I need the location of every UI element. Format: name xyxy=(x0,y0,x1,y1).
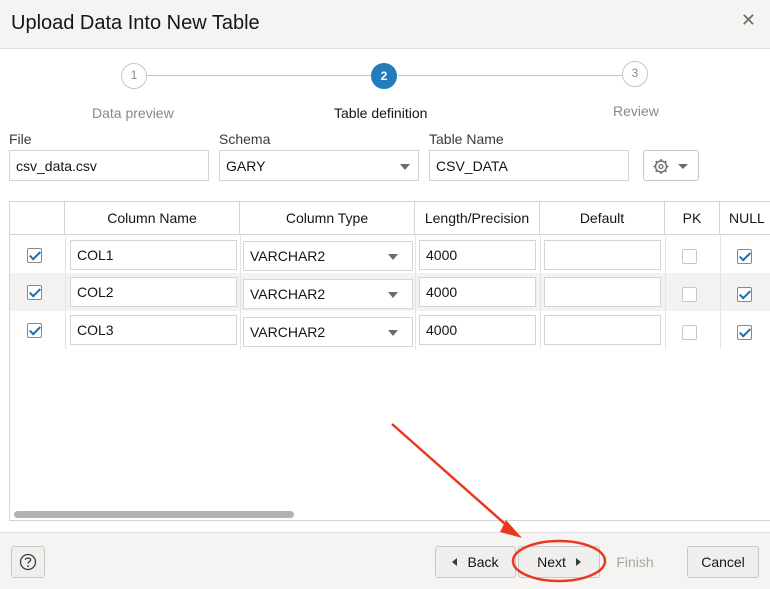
column-type-value: VARCHAR2 xyxy=(250,324,326,340)
column-divider xyxy=(415,235,416,349)
table-row: COL1 VARCHAR2 4000 xyxy=(10,235,770,273)
close-icon[interactable]: ✕ xyxy=(741,10,756,31)
next-label: Next xyxy=(537,554,566,570)
header-length-precision[interactable]: Length/Precision xyxy=(415,202,540,235)
dialog-footer: Back Next Finish Cancel xyxy=(0,532,770,589)
null-checkbox[interactable] xyxy=(737,287,752,302)
back-button[interactable]: Back xyxy=(435,546,516,578)
grid-header-row: Column Name Column Type Length/Precision… xyxy=(10,202,770,235)
next-button[interactable]: Next xyxy=(518,546,600,578)
row-select-checkbox[interactable] xyxy=(27,285,42,300)
help-button[interactable] xyxy=(11,546,45,578)
step-1-label: Data preview xyxy=(92,105,174,121)
default-input[interactable] xyxy=(544,315,661,345)
table-row: COL3 VARCHAR2 4000 xyxy=(10,311,770,349)
step-2-label: Table definition xyxy=(334,105,428,121)
pk-checkbox[interactable] xyxy=(682,287,697,302)
step-3-circle[interactable]: 3 xyxy=(622,61,648,87)
column-divider xyxy=(65,235,66,349)
column-type-value: VARCHAR2 xyxy=(250,286,326,302)
column-type-select[interactable]: VARCHAR2 xyxy=(243,317,413,347)
dialog-header: Upload Data Into New Table ✕ xyxy=(0,0,770,49)
length-input[interactable]: 4000 xyxy=(419,240,536,270)
column-type-select[interactable]: VARCHAR2 xyxy=(243,279,413,309)
chevron-down-icon xyxy=(388,292,398,298)
stepper-line-2 xyxy=(398,75,622,76)
dialog-title: Upload Data Into New Table xyxy=(11,12,260,34)
header-select xyxy=(10,202,65,235)
schema-label: Schema xyxy=(219,131,271,147)
column-type-value: VARCHAR2 xyxy=(250,248,326,264)
file-field[interactable]: csv_data.csv xyxy=(9,150,209,181)
file-label: File xyxy=(9,131,32,147)
chevron-down-icon xyxy=(400,164,410,170)
column-name-input[interactable]: COL2 xyxy=(70,277,237,307)
chevron-down-icon xyxy=(388,330,398,336)
settings-menu-button[interactable] xyxy=(643,150,699,181)
help-icon xyxy=(19,553,37,571)
schema-value: GARY xyxy=(226,158,266,174)
header-null[interactable]: NULL xyxy=(720,202,770,235)
header-column-type[interactable]: Column Type xyxy=(240,202,415,235)
step-3-label: Review xyxy=(613,103,659,119)
default-input[interactable] xyxy=(544,240,661,270)
row-select-checkbox[interactable] xyxy=(27,248,42,263)
finish-button[interactable]: Finish xyxy=(604,546,666,578)
header-column-name[interactable]: Column Name xyxy=(65,202,240,235)
column-name-input[interactable]: COL3 xyxy=(70,315,237,345)
column-divider xyxy=(240,235,241,349)
pk-checkbox[interactable] xyxy=(682,325,697,340)
gear-icon xyxy=(653,159,688,174)
chevron-right-icon xyxy=(575,558,581,566)
length-input[interactable]: 4000 xyxy=(419,277,536,307)
null-checkbox[interactable] xyxy=(737,249,752,264)
chevron-left-icon xyxy=(452,558,458,566)
pk-checkbox[interactable] xyxy=(682,249,697,264)
table-name-field[interactable]: CSV_DATA xyxy=(429,150,629,181)
columns-grid: Column Name Column Type Length/Precision… xyxy=(9,201,770,521)
column-type-select[interactable]: VARCHAR2 xyxy=(243,241,413,271)
horizontal-scrollbar[interactable] xyxy=(14,511,294,518)
schema-select[interactable]: GARY xyxy=(219,150,419,181)
step-2-circle[interactable]: 2 xyxy=(371,63,397,89)
length-input[interactable]: 4000 xyxy=(419,315,536,345)
default-input[interactable] xyxy=(544,277,661,307)
column-name-input[interactable]: COL1 xyxy=(70,240,237,270)
table-name-label: Table Name xyxy=(429,131,504,147)
column-divider xyxy=(665,235,666,349)
chevron-down-icon xyxy=(388,254,398,260)
back-label: Back xyxy=(467,554,499,570)
header-pk[interactable]: PK xyxy=(665,202,720,235)
column-divider xyxy=(720,235,721,349)
null-checkbox[interactable] xyxy=(737,325,752,340)
step-1-circle[interactable]: 1 xyxy=(121,63,147,89)
cancel-button[interactable]: Cancel xyxy=(687,546,759,578)
header-default[interactable]: Default xyxy=(540,202,665,235)
row-select-checkbox[interactable] xyxy=(27,323,42,338)
stepper-line-1 xyxy=(147,75,371,76)
table-row: COL2 VARCHAR2 4000 xyxy=(10,273,770,311)
column-divider xyxy=(540,235,541,349)
